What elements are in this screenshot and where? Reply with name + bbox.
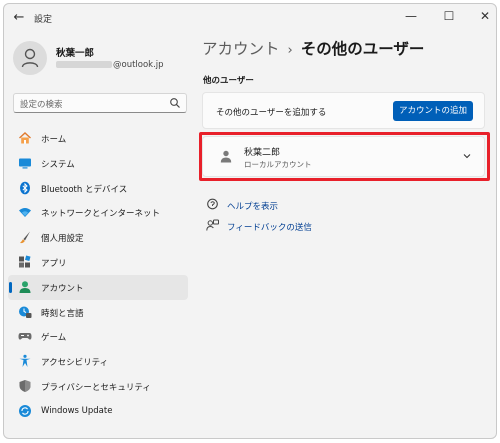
gaming-icon [18, 333, 32, 340]
sidebar-item-label: 時刻と言語 [41, 308, 84, 319]
system-icon [19, 158, 31, 169]
breadcrumb-separator: › [287, 43, 293, 58]
feedback-icon [206, 219, 219, 231]
sidebar-item-privacy[interactable]: プライバシーとセキュリティ [8, 374, 188, 399]
update-icon [19, 404, 31, 417]
sidebar-item-personalization[interactable]: 個人用設定 [8, 225, 188, 250]
minimize-button[interactable]: — [396, 6, 426, 26]
accessibility-icon [19, 354, 31, 368]
sidebar-item-home[interactable]: ホーム [8, 126, 188, 151]
bluetooth-icon [20, 181, 30, 194]
maximize-button[interactable]: ☐ [434, 6, 464, 26]
sidebar-item-label: ホーム [41, 135, 67, 145]
redacted-email-user [56, 61, 112, 68]
wifi-icon [19, 208, 31, 218]
account-icon [19, 281, 31, 293]
get-help-label[interactable]: ヘルプを表示 [227, 200, 278, 212]
sidebar-item-label: システム [41, 159, 75, 170]
profile-name: 秋葉一郎 [56, 48, 95, 59]
time-language-icon [19, 306, 32, 318]
sidebar-item-accessibility[interactable]: アクセシビリティ [8, 349, 188, 374]
sidebar-item-label: ネットワークとインターネット [41, 209, 161, 220]
sidebar-item-time-language[interactable]: 時刻と言語 [8, 300, 188, 325]
add-user-text: その他のユーザーを追加する [216, 108, 327, 118]
add-account-button[interactable]: アカウントの追加 [393, 101, 473, 121]
sidebar-item-label: Windows Update [41, 405, 113, 416]
sidebar-item-label: アカウント [41, 283, 84, 294]
sidebar-item-gaming[interactable]: ゲーム [8, 324, 188, 349]
section-label-other-users: 他のユーザー [203, 76, 254, 86]
avatar[interactable] [13, 41, 47, 75]
sidebar-item-label: アプリ [41, 258, 67, 269]
sidebar-item-label: 個人用設定 [41, 234, 84, 245]
sidebar-item-bluetooth[interactable]: Bluetooth とデバイス [8, 176, 188, 201]
search-placeholder: 設定の検索 [20, 100, 63, 110]
title-bar: ← 設定 — ☐ ✕ [4, 4, 496, 32]
feedback-label[interactable]: フィードバックの送信 [227, 221, 312, 233]
sidebar-item-accounts[interactable]: アカウント [8, 274, 188, 300]
sidebar-item-label: アクセシビリティ [41, 358, 109, 369]
sidebar: 秋葉一郎 @outlook.jp 設定の検索 ホーム システム Bluetoot… [4, 32, 194, 438]
add-user-card: その他のユーザーを追加する アカウントの追加 [202, 92, 485, 129]
sidebar-item-apps[interactable]: アプリ [8, 250, 188, 275]
highlight-annotation [199, 132, 490, 181]
back-button[interactable]: ← [10, 9, 28, 27]
search-icon[interactable] [169, 97, 181, 109]
person-icon [21, 48, 39, 68]
close-button[interactable]: ✕ [470, 6, 496, 26]
sidebar-item-label: プライバシーとセキュリティ [41, 382, 151, 393]
app-title: 設定 [34, 15, 53, 25]
help-icon [207, 198, 218, 210]
apps-icon [19, 255, 31, 268]
profile-email: @outlook.jp [56, 60, 164, 70]
page-title: その他のユーザー [300, 40, 425, 58]
settings-window: ← 設定 — ☐ ✕ 秋葉一郎 @outlook.jp 設定の検索 ホーム シス… [3, 3, 497, 439]
profile-email-suffix: @outlook.jp [113, 60, 164, 70]
sidebar-item-network[interactable]: ネットワークとインターネット [8, 200, 188, 225]
shield-icon [19, 379, 31, 392]
brush-icon [20, 231, 30, 244]
search-input[interactable]: 設定の検索 [13, 93, 187, 113]
main-content: アカウント › その他のユーザー 他のユーザー その他のユーザーを追加する アカウン… [194, 32, 496, 438]
nav-list: ホーム システム Bluetooth とデバイス ネットワークとインターネット … [8, 126, 188, 424]
breadcrumb-parent[interactable]: アカウント [202, 40, 280, 58]
sidebar-item-system[interactable]: システム [8, 151, 188, 176]
sidebar-item-label: ゲーム [41, 333, 67, 344]
sidebar-item-windows-update[interactable]: Windows Update [8, 399, 188, 424]
sidebar-item-label: Bluetooth とデバイス [41, 184, 128, 195]
home-icon [19, 132, 31, 144]
breadcrumb: アカウント › その他のユーザー [202, 37, 424, 59]
